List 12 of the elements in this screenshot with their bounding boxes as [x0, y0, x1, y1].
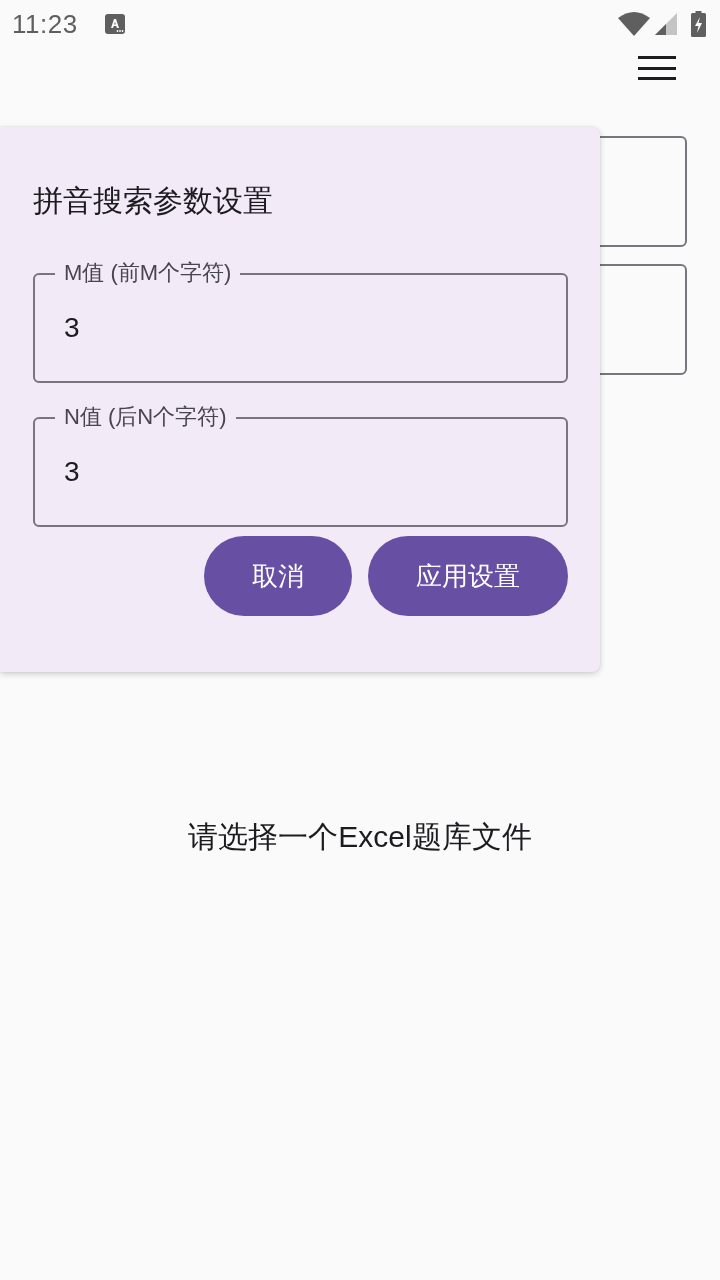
wifi-icon — [618, 12, 650, 36]
battery-charging-icon — [691, 11, 706, 37]
status-time: 11:23 — [12, 8, 78, 40]
signal-icon — [655, 13, 677, 35]
dialog-title: 拼音搜索参数设置 — [33, 183, 274, 219]
field-label: N值 (后N个字符) — [55, 402, 236, 432]
notification-icon — [104, 14, 125, 34]
cancel-button[interactable]: 取消 — [204, 536, 352, 616]
menu-button[interactable] — [638, 56, 676, 80]
apply-button[interactable]: 应用设置 — [368, 536, 568, 616]
field-label: M值 (前M个字符) — [55, 258, 241, 288]
empty-state-message: 请选择一个Excel题库文件 — [187, 819, 533, 855]
